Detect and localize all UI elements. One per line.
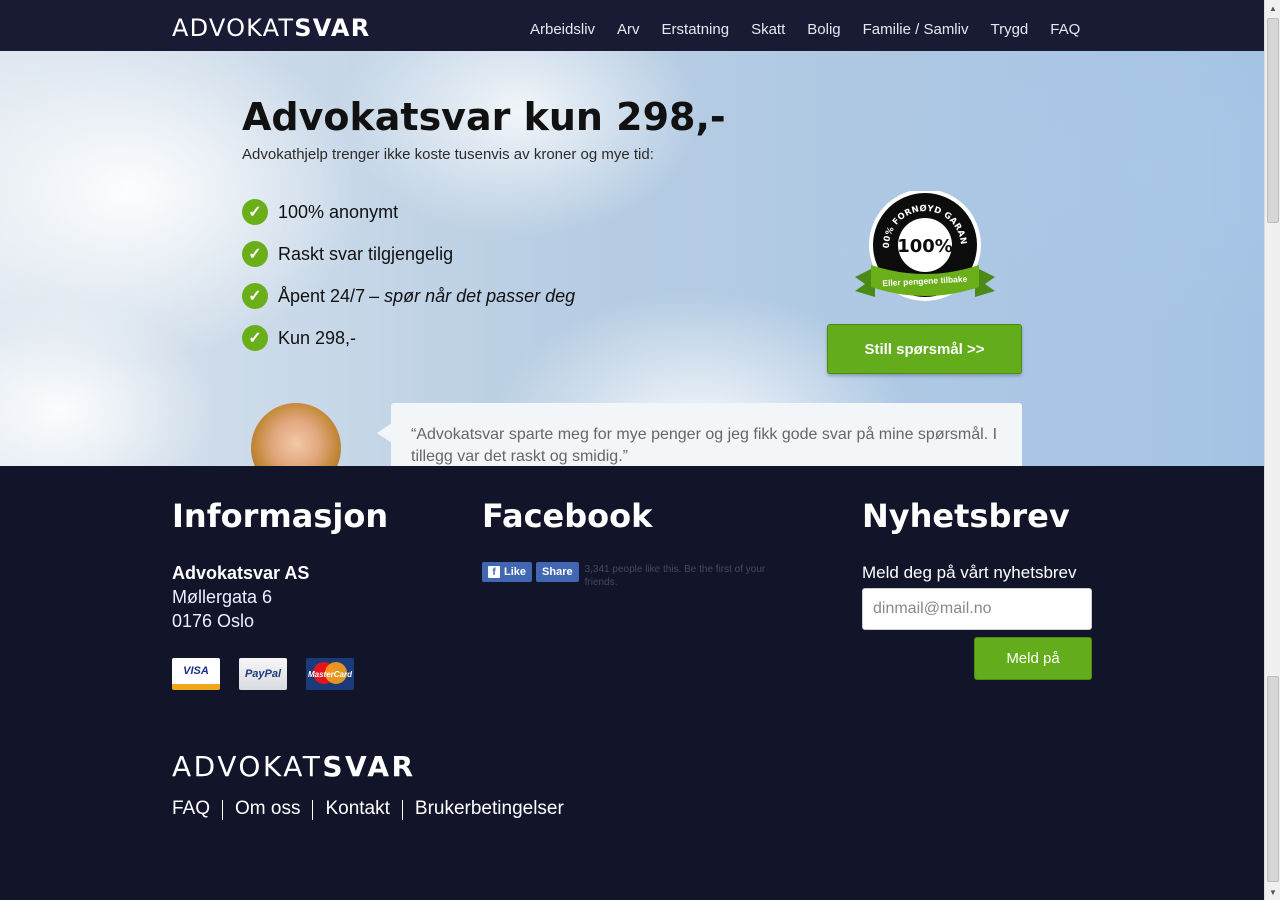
logo-text-bold: SVAR <box>294 14 371 42</box>
footer-logo-light: ADVOKAT <box>172 750 323 783</box>
vertical-scrollbar[interactable]: ▲ ▼ <box>1264 0 1280 900</box>
quote-pointer <box>377 423 392 443</box>
visa-card-icon: VISA <box>172 658 220 690</box>
scroll-up-arrow-icon[interactable]: ▲ <box>1265 0 1280 16</box>
checkmark-icon: ✓ <box>242 241 268 267</box>
scroll-down-arrow-icon[interactable]: ▼ <box>1265 884 1280 900</box>
divider <box>312 800 314 820</box>
facebook-like-widget: f Like Share 3,341 people like this. Be … <box>482 562 795 589</box>
info-heading: Informasjon <box>172 497 389 535</box>
nav-link-bolig[interactable]: Bolig <box>807 21 840 38</box>
feature-item: ✓ 100% anonymt <box>242 191 575 233</box>
nav-link-trygd[interactable]: Trygd <box>990 21 1028 38</box>
checkmark-icon: ✓ <box>242 199 268 225</box>
company-name: Advokatsvar AS <box>172 563 310 583</box>
feature-text: Kun 298,- <box>278 327 357 348</box>
facebook-heading: Facebook <box>482 497 653 535</box>
feature-text: Raskt svar tilgjengelig <box>278 243 454 264</box>
facebook-icon: f <box>488 566 500 578</box>
footer-link-om-oss[interactable]: Om oss <box>235 798 300 820</box>
footer-logo-bold: SVAR <box>322 750 416 783</box>
payment-cards: VISA PayPal MasterCard <box>172 658 373 690</box>
facebook-like-label: Like <box>504 566 527 578</box>
newsletter-email-input[interactable] <box>862 588 1092 630</box>
address-street: Møllergata 6 <box>172 587 273 607</box>
top-navbar: ADVOKATSVAR Arbeidsliv Arv Erstatning Sk… <box>0 0 1264 51</box>
nav-link-arv[interactable]: Arv <box>617 21 640 38</box>
checkmark-icon: ✓ <box>242 325 268 351</box>
divider <box>401 800 403 820</box>
feature-text-italic: – spør når det passer deg <box>369 285 576 306</box>
nav-link-familie-samliv[interactable]: Familie / Samliv <box>863 21 969 38</box>
footer-link-faq[interactable]: FAQ <box>172 798 210 820</box>
testimonial-avatar <box>251 403 341 466</box>
footer-link-brukerbetingelser[interactable]: Brukerbetingelser <box>415 798 564 820</box>
mastercard-card-icon: MasterCard <box>306 658 354 690</box>
footer: Informasjon Advokatsvar AS Møllergata 6 … <box>0 466 1264 900</box>
newsletter-submit-button[interactable]: Meld på <box>974 637 1092 680</box>
footer-logo[interactable]: ADVOKATSVAR <box>172 750 416 783</box>
hero-title: Advokatsvar kun 298,- <box>242 95 726 139</box>
nav-link-erstatning[interactable]: Erstatning <box>662 21 730 38</box>
scrollbar-thumb[interactable] <box>1267 676 1279 882</box>
newsletter-heading: Nyhetsbrev <box>862 497 1070 535</box>
nav-link-faq[interactable]: FAQ <box>1050 21 1080 38</box>
logo-text-light: ADVOKAT <box>172 14 295 42</box>
address-city: 0176 Oslo <box>172 611 255 631</box>
facebook-share-button[interactable]: Share <box>536 562 579 582</box>
hero-subtitle: Advokathjelp trenger ikke koste tusenvis… <box>242 146 654 163</box>
feature-item: ✓ Raskt svar tilgjengelig <box>242 233 575 275</box>
divider <box>222 800 224 820</box>
site-logo[interactable]: ADVOKATSVAR <box>172 14 370 42</box>
main-nav: Arbeidsliv Arv Erstatning Skatt Bolig Fa… <box>530 21 1102 38</box>
hero-section: Advokatsvar kun 298,- Advokathjelp treng… <box>0 51 1264 466</box>
nav-link-skatt[interactable]: Skatt <box>751 21 785 38</box>
nav-link-arbeidsliv[interactable]: Arbeidsliv <box>530 21 595 38</box>
footer-link-kontakt[interactable]: Kontakt <box>325 798 389 820</box>
facebook-like-button[interactable]: f Like <box>482 562 533 582</box>
feature-item: ✓ Åpent 24/7 – spør når det passer deg <box>242 275 575 317</box>
checkmark-icon: ✓ <box>242 283 268 309</box>
feature-list: ✓ 100% anonymt ✓ Raskt svar tilgjengelig… <box>242 191 575 359</box>
newsletter-subtitle: Meld deg på vårt nyhetsbrev <box>862 563 1077 582</box>
badge-center-text: 100% <box>897 236 953 257</box>
scrollbar-thumb-top[interactable] <box>1267 18 1279 223</box>
feature-text: Åpent 24/7 <box>278 285 366 306</box>
footer-nav: FAQ Om oss Kontakt Brukerbetingelser <box>172 798 564 820</box>
paypal-card-icon: PayPal <box>239 658 287 690</box>
facebook-like-count: 3,341 people like this. Be the first of … <box>584 564 766 588</box>
feature-item: ✓ Kun 298,- <box>242 317 575 359</box>
mastercard-label: MasterCard <box>307 669 352 679</box>
ask-question-button[interactable]: Still spørsmål >> <box>827 324 1022 374</box>
feature-text: 100% anonymt <box>278 201 399 222</box>
guarantee-badge-icon: 100% FORNØYD GARANTI 100% Eller pengene … <box>855 191 995 301</box>
testimonial-quote: “Advokatsvar sparte meg for mye penger o… <box>391 403 1022 466</box>
